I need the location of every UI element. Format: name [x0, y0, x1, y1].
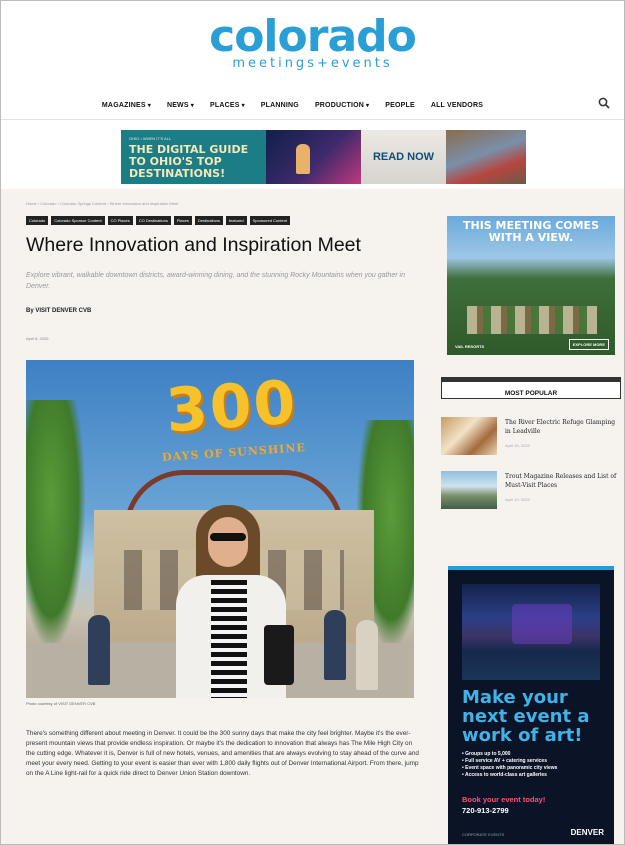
ad-feature: Groups up to 5,000	[462, 751, 610, 758]
banner-ad-text: OHIO • WHEN IT'S ALL THE DIGITAL GUIDE T…	[121, 130, 266, 184]
nav-planning[interactable]: PLANNING	[261, 97, 299, 115]
popular-item[interactable]: The River Electric Refuge Glamping in Le…	[441, 417, 621, 457]
category-tag[interactable]: Destinations	[194, 216, 223, 225]
nav-news[interactable]: NEWS ▾	[167, 97, 194, 115]
category-tag[interactable]: Sponsored Content	[249, 216, 291, 225]
ad-phone[interactable]: 720-913-2799	[462, 806, 509, 815]
banner-ad-cta-label: READ NOW	[372, 151, 435, 163]
banner-ad-read-now-button[interactable]: READ NOW	[361, 130, 446, 184]
sidebar-ad-vail[interactable]: THIS MEETING COMES WITH A VIEW. VAIL RES…	[447, 216, 615, 355]
nav-production[interactable]: PRODUCTION ▾	[315, 97, 369, 115]
banner-ad[interactable]: OHIO • WHEN IT'S ALL THE DIGITAL GUIDE T…	[121, 130, 526, 184]
ad-feature: Full service AV + catering services	[462, 758, 610, 765]
category-tags: Colorado Colorado Sponsor Content CO Pla…	[26, 216, 291, 225]
striped-shirt	[211, 580, 247, 698]
nav-magazines[interactable]: MAGAZINES ▾	[102, 97, 151, 115]
nav-all-vendors[interactable]: ALL VENDORS	[431, 97, 483, 115]
article-subtitle: Explore vibrant, walkable downtown distr…	[26, 272, 405, 290]
category-tag[interactable]: Colorado Sponsor Content	[51, 216, 105, 225]
popular-title[interactable]: Trout Magazine Releases and List of Must…	[505, 473, 620, 490]
ad-feature-list: Groups up to 5,000 Full service AV + cat…	[462, 751, 610, 779]
hero-image: 300 DAYS OF SUNSHINE	[26, 360, 414, 698]
woman-figure	[166, 505, 296, 698]
hero-caption: Photo courtesy of VISIT DENVER CVB	[26, 701, 96, 706]
ad-town-photo	[467, 306, 597, 334]
category-tag[interactable]: featured	[225, 216, 247, 225]
banner-ad-kicker: OHIO • WHEN IT'S ALL	[129, 136, 172, 141]
pedestrian	[324, 610, 346, 680]
category-tag[interactable]: CO Places	[107, 216, 133, 225]
popular-title[interactable]: The River Electric Refuge Glamping in Le…	[505, 419, 620, 436]
popular-date: April 10, 2025	[505, 497, 530, 502]
sunglasses	[210, 533, 246, 541]
logo-wordmark: colorado	[209, 11, 417, 62]
article-title: Where Innovation and Inspiration Meet	[26, 234, 361, 256]
article-date: April 8, 2025	[26, 336, 49, 341]
hero-headline-number: 300	[163, 367, 300, 447]
chevron-down-icon: ▾	[241, 103, 245, 109]
category-tag[interactable]: Places	[173, 216, 192, 225]
header-divider	[1, 119, 624, 120]
face	[208, 517, 248, 567]
site-logo[interactable]: colorado meetings+events	[1, 11, 624, 72]
ad-feature: Access to world-class art galleries	[462, 772, 610, 779]
main-nav: MAGAZINES ▾ NEWS ▾ PLACES ▾ PLANNING PRODUC…	[1, 97, 624, 115]
nav-people[interactable]: PEOPLE	[385, 97, 415, 115]
pedestrian	[356, 620, 378, 690]
chevron-down-icon: ▾	[190, 103, 194, 109]
popular-item[interactable]: Trout Magazine Releases and List of Must…	[441, 471, 621, 511]
page: colorado meetings+events MAGAZINES ▾ NEWS…	[0, 0, 625, 845]
handbag	[264, 625, 294, 685]
sidebar-ad-denver[interactable]: Make your next event a work of art! Grou…	[448, 566, 614, 844]
ad-headline: THIS MEETING COMES WITH A VIEW.	[463, 219, 599, 244]
ad-brand-logo: DENVER	[570, 828, 604, 837]
banner-ad-title: THE DIGITAL GUIDE TO OHIO'S TOP DESTINAT…	[129, 143, 249, 180]
ad-feature: Event space with panoramic city views	[462, 765, 610, 772]
explore-more-button[interactable]: EXPLORE MORE	[568, 339, 609, 350]
site-header: colorado meetings+events MAGAZINES ▾ NEWS…	[1, 1, 624, 123]
most-popular-heading: MOST POPULAR	[441, 377, 621, 399]
content-area: Home › Colorado › Colorado Springs Conte…	[1, 189, 624, 844]
logo-tagline: meetings+events	[232, 56, 393, 71]
popular-thumbnail[interactable]	[441, 417, 497, 455]
tree-left	[26, 400, 86, 650]
pedestrian	[88, 615, 110, 685]
banner-ad-photo-concert	[266, 130, 361, 184]
search-icon[interactable]	[598, 97, 610, 109]
chevron-down-icon: ▾	[147, 103, 151, 109]
most-popular-label: MOST POPULAR	[504, 390, 558, 397]
ad-logo: VAIL RESORTS	[455, 344, 485, 349]
breadcrumb[interactable]: Home › Colorado › Colorado Springs Conte…	[26, 201, 178, 206]
article-body: There's something different about meetin…	[26, 730, 419, 777]
ad-book-cta[interactable]: Book your event today!	[462, 795, 545, 804]
ad-footer: CORPORATE EVENTS	[462, 832, 505, 837]
ad-headline: Make your next event a work of art!	[462, 687, 590, 746]
category-tag[interactable]: Colorado	[26, 216, 49, 225]
nav-places[interactable]: PLACES ▾	[210, 97, 245, 115]
article-byline[interactable]: By VISIT DENVER CVB	[26, 308, 91, 314]
category-tag[interactable]: CO Destinations	[135, 216, 171, 225]
ad-venue-photo	[462, 584, 600, 680]
banner-ad-photo-city	[446, 130, 526, 184]
popular-date: April 16, 2025	[505, 443, 530, 448]
chevron-down-icon: ▾	[366, 103, 370, 109]
popular-thumbnail[interactable]	[441, 471, 497, 509]
